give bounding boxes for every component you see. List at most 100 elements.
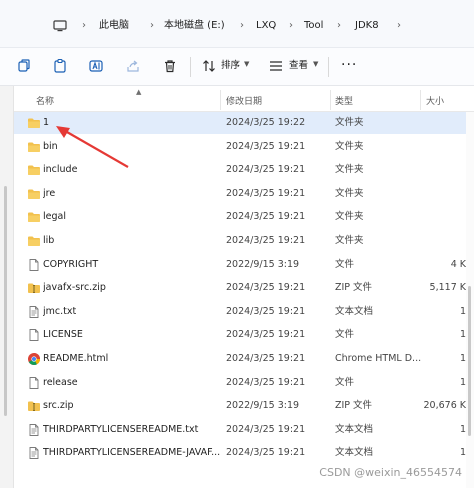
file-type: Chrome HTML D... [335,353,421,364]
file-row[interactable]: LICENSE 2024/3/25 19:21 文件 1 [14,324,474,346]
column-header-name[interactable]: 名称 [36,94,54,107]
file-date: 2024/3/25 19:21 [226,164,306,176]
file-name: LICENSE [43,329,83,341]
breadcrumb-jdk8[interactable]: JDK8 [355,18,379,34]
file-row[interactable]: lib 2024/3/25 19:21 文件夹 [14,230,474,252]
column-divider[interactable] [330,90,331,110]
breadcrumb-separator: › [150,20,154,31]
file-date: 2024/3/25 19:21 [226,329,306,341]
file-type: ZIP 文件 [335,400,373,412]
file-type: 文件夹 [335,211,364,223]
file-row[interactable]: javafx-src.zip 2024/3/25 19:21 ZIP 文件 5,117… [14,277,474,299]
folder-icon [27,234,41,248]
breadcrumb-tool[interactable]: Tool [304,18,323,34]
file-size: 1 [459,376,466,388]
delete-icon[interactable] [162,58,178,74]
file-name: README.html [43,353,109,364]
sort-ascending-icon: ▲ [136,88,142,96]
file-date: 2024/3/25 19:21 [226,235,306,246]
file-row[interactable]: release 2024/3/25 19:21 文件 1 [14,372,474,394]
breadcrumb-this-pc[interactable]: 此电脑 [99,18,129,34]
copy-icon[interactable] [16,58,32,74]
address-bar[interactable]: › 此电脑 › 本地磁盘 (E:) › LXQ › Tool › JDK8 › [0,0,474,48]
file-date: 2024/3/25 19:22 [226,117,306,128]
file-size: 1 [459,423,466,435]
file-row[interactable]: jre 2024/3/25 19:21 文件夹 [14,183,474,205]
breadcrumb-separator: › [289,20,293,31]
file-row[interactable]: COPYRIGHT 2022/9/15 3:19 文件 4 K [14,254,474,276]
file-size [420,163,466,177]
file-name: release [43,376,78,388]
file-name: lib [43,235,55,246]
sort-button[interactable]: 排序 [221,59,240,73]
file-size [420,234,466,248]
watermark: CSDN @weixin_46554574 [319,466,462,479]
file-row[interactable]: legal 2024/3/25 19:21 文件夹 [14,206,474,228]
breadcrumb-separator: › [240,20,244,31]
file-row[interactable]: include 2024/3/25 19:21 文件夹 [14,159,474,181]
breadcrumb-separator: › [397,20,401,31]
command-bar: 排序 ▼ 查看 ▼ ··· [0,48,474,86]
file-type: 文本文档 [335,305,374,317]
file-date: 2024/3/25 19:21 [226,353,306,364]
file-date: 2024/3/25 19:21 [226,376,306,388]
file-date: 2022/9/15 3:19 [226,258,300,270]
column-header-size[interactable]: 大小 [426,94,444,107]
file-name: 1 [43,117,50,128]
file-row[interactable]: THIRDPARTYLICENSEREADME-JAVAF... 2024/3/2… [14,442,474,464]
file-type: 文件夹 [335,164,364,176]
file-size: 1 [459,447,466,459]
file-date: 2024/3/25 19:21 [226,211,306,223]
breadcrumb-lxq[interactable]: LXQ [256,18,276,34]
chevron-down-icon[interactable]: ▼ [313,60,318,68]
this-pc-icon[interactable] [53,19,67,33]
file-row[interactable]: THIRDPARTYLICENSEREADME.txt 2024/3/25 19:… [14,419,474,441]
view-icon[interactable] [268,58,284,74]
file-row[interactable]: jmc.txt 2024/3/25 19:21 文本文档 1 [14,301,474,323]
document-icon [27,258,41,272]
column-divider[interactable] [220,90,221,110]
folder-icon [27,163,41,177]
folder-icon [27,187,41,201]
document-icon [27,328,41,342]
file-size: 1 [459,305,466,317]
breadcrumb-separator: › [82,20,86,31]
file-size: 5,117 K [429,282,466,294]
file-row[interactable]: 1 2024/3/25 19:22 文件夹 [14,112,474,134]
column-header-type[interactable]: 类型 [335,94,353,107]
file-row[interactable]: bin 2024/3/25 19:21 文件夹 [14,136,474,158]
more-options-button[interactable]: ··· [341,58,357,72]
navigation-scrollbar[interactable] [4,186,7,416]
file-row[interactable]: src.zip 2022/9/15 3:19 ZIP 文件 20,676 K [14,395,474,417]
file-list-pane: ▲ 名称 修改日期 类型 大小 1 2024/3/25 19:22 文件夹 bin 20… [0,86,474,488]
share-icon[interactable] [125,58,141,74]
file-type: ZIP 文件 [335,282,373,294]
view-button[interactable]: 查看 [289,59,308,73]
file-date: 2024/3/25 19:21 [226,423,306,435]
rename-icon[interactable] [88,58,104,74]
file-type: 文件夹 [335,187,364,199]
file-size [420,116,466,130]
file-type: 文件夹 [335,140,364,152]
file-type: 文本文档 [335,423,374,435]
column-header-date[interactable]: 修改日期 [226,94,262,107]
paste-icon[interactable] [52,58,68,74]
file-date: 2024/3/25 19:21 [226,305,306,317]
navigation-pane-edge [0,86,14,488]
vertical-scrollbar-thumb[interactable] [468,286,471,436]
file-date: 2022/9/15 3:19 [226,400,300,412]
file-name: COPYRIGHT [43,258,99,270]
file-date: 2024/3/25 19:21 [226,187,306,199]
chevron-down-icon[interactable]: ▼ [244,60,249,68]
file-row[interactable]: README.html 2024/3/25 19:21 Chrome HTML D.… [14,348,474,370]
column-divider[interactable] [420,90,421,110]
breadcrumb-drive-e[interactable]: 本地磁盘 (E:) [164,18,225,34]
document-icon [27,376,41,390]
folder-icon [27,140,41,154]
file-size [420,187,466,201]
file-size [420,140,466,154]
file-size: 1 [459,329,466,341]
text-document-icon [27,305,41,319]
sort-icon[interactable] [201,58,217,74]
file-type: 文件夹 [335,117,364,128]
